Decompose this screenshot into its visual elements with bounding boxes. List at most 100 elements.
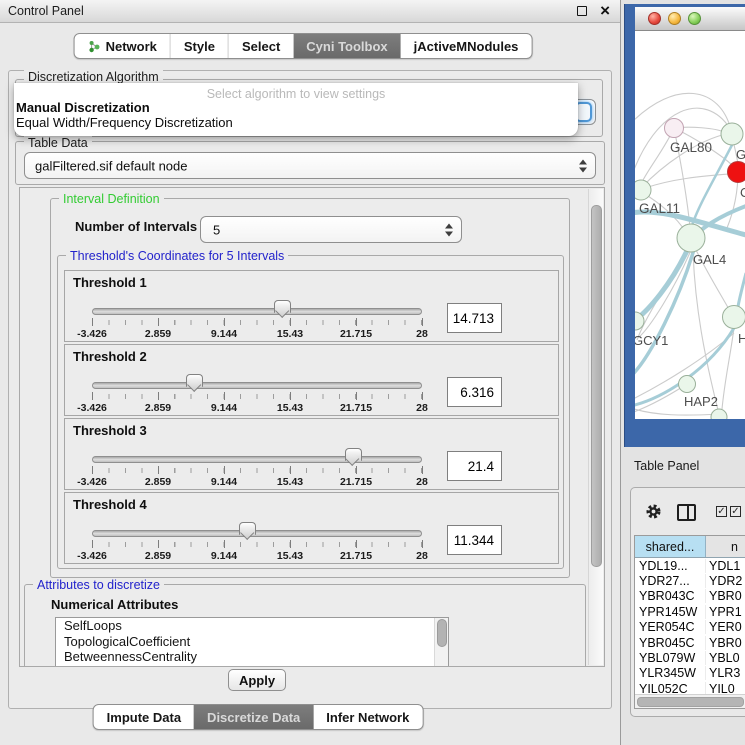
tab-discretize-data[interactable]: Discretize Data bbox=[194, 705, 313, 729]
slider-track[interactable] bbox=[92, 308, 422, 315]
attributes-group-title: Attributes to discretize bbox=[33, 578, 164, 592]
tab-infer-network[interactable]: Infer Network bbox=[313, 705, 422, 729]
table-row[interactable]: YBR045CYBR0 bbox=[635, 635, 745, 650]
node-gal80[interactable] bbox=[665, 119, 684, 138]
panel-scrollbar[interactable] bbox=[588, 189, 603, 665]
mac-zoom-button[interactable] bbox=[688, 12, 701, 25]
table-panel: ✓ ✓ shared... n YDL19...YDL1 YDR27...YDR… bbox=[630, 487, 745, 717]
checkbox-icon[interactable]: ✓ bbox=[716, 506, 727, 517]
node-gal11[interactable] bbox=[635, 180, 651, 200]
node-hap2[interactable] bbox=[679, 376, 696, 393]
table-scrollbar-thumb[interactable] bbox=[637, 697, 744, 707]
slider-ticks bbox=[92, 542, 422, 547]
slider-thumb[interactable] bbox=[345, 448, 362, 461]
tab-select[interactable]: Select bbox=[228, 34, 293, 58]
threshold-slider[interactable]: -3.426 2.859 9.144 15.43 21.715 28 bbox=[92, 377, 422, 413]
tab-jactivemnodules[interactable]: jActiveMNodules bbox=[401, 34, 532, 58]
threshold-value-field[interactable]: 21.4 bbox=[447, 451, 502, 481]
slider-scale-labels: -3.426 2.859 9.144 15.43 21.715 28 bbox=[92, 328, 422, 340]
table-data-select[interactable]: galFiltered.sif default node bbox=[24, 152, 596, 179]
network-icon bbox=[88, 40, 101, 53]
table-row[interactable]: YDR27...YDR2 bbox=[635, 573, 745, 588]
threshold-slider[interactable]: -3.426 2.859 9.144 15.43 21.715 28 bbox=[92, 525, 422, 561]
dropdown-option-equal-width[interactable]: Equal Width/Frequency Discretization bbox=[14, 116, 578, 131]
checkbox-icon[interactable]: ✓ bbox=[730, 506, 741, 517]
slider-thumb[interactable] bbox=[274, 300, 291, 313]
table-row[interactable]: YBR043CYBR0 bbox=[635, 589, 745, 604]
tab-cyni-toolbox[interactable]: Cyni Toolbox bbox=[293, 34, 400, 58]
node-table: shared... n YDL19...YDL1 YDR27...YDR2 YB… bbox=[634, 535, 745, 709]
threshold-slider[interactable]: -3.426 2.859 9.144 15.43 21.715 28 bbox=[92, 451, 422, 487]
mac-minimize-button[interactable] bbox=[668, 12, 681, 25]
settings-scroll-area: Interval Definition Number of Intervals … bbox=[19, 187, 605, 667]
tab-network[interactable]: Network bbox=[75, 34, 170, 58]
mac-close-button[interactable] bbox=[648, 12, 661, 25]
numerical-attributes-label: Numerical Attributes bbox=[51, 597, 178, 612]
slider-thumb[interactable] bbox=[186, 374, 203, 387]
thresholds-group-title: Threshold's Coordinates for 5 Intervals bbox=[66, 249, 288, 263]
table-row[interactable]: YLR345WYLR3 bbox=[635, 666, 745, 681]
tab-impute-data[interactable]: Impute Data bbox=[94, 705, 194, 729]
spinner-arrows-icon[interactable] bbox=[579, 159, 587, 172]
slider-track[interactable] bbox=[92, 382, 422, 389]
node-bottom[interactable] bbox=[711, 409, 727, 419]
list-item[interactable]: BetweennessCentrality bbox=[56, 649, 448, 665]
table-panel-toolbar: ✓ ✓ bbox=[631, 488, 745, 534]
table-data-value: galFiltered.sif default node bbox=[35, 158, 187, 173]
table-horizontal-scrollbar[interactable] bbox=[635, 694, 745, 708]
slider-ticks bbox=[92, 468, 422, 473]
slider-thumb[interactable] bbox=[239, 522, 256, 535]
close-icon[interactable]: × bbox=[600, 1, 610, 21]
thresholds-group: Threshold's Coordinates for 5 Intervals … bbox=[57, 255, 564, 569]
list-item[interactable]: SelfLoops bbox=[56, 618, 448, 634]
num-intervals-label: Number of Intervals bbox=[75, 219, 197, 234]
threshold-value-field[interactable]: 14.713 bbox=[447, 303, 502, 333]
attributes-group: Attributes to discretize Numerical Attri… bbox=[24, 584, 586, 667]
table-panel-title: Table Panel bbox=[634, 459, 699, 473]
threshold-box-1: Threshold 1 -3.426 2.859 9.144 15.43 bbox=[64, 270, 559, 342]
numerical-attributes-list: SelfLoops TopologicalCoefficient Between… bbox=[55, 617, 449, 667]
table-data-group: Table Data galFiltered.sif default node bbox=[15, 141, 605, 185]
interval-definition-title: Interval Definition bbox=[59, 192, 164, 206]
node-selected-red[interactable] bbox=[728, 162, 745, 183]
float-window-icon[interactable] bbox=[577, 6, 587, 16]
table-row[interactable]: YPR145WYPR1 bbox=[635, 604, 745, 619]
spinner-arrows-icon[interactable] bbox=[445, 223, 453, 236]
apply-button[interactable]: Apply bbox=[228, 669, 286, 691]
table-row[interactable]: YDL19...YDL1 bbox=[635, 558, 745, 573]
slider-ticks bbox=[92, 394, 422, 399]
threshold-value-field[interactable]: 6.316 bbox=[447, 377, 502, 407]
threshold-box-4: Threshold 4 -3.426 2.859 9.144 15.43 bbox=[64, 492, 559, 564]
column-header-shared-name[interactable]: shared... bbox=[635, 536, 706, 557]
window-title: Control Panel bbox=[8, 0, 84, 22]
columns-icon[interactable] bbox=[677, 504, 696, 521]
node-partial-g[interactable] bbox=[721, 123, 743, 145]
slider-track[interactable] bbox=[92, 456, 422, 463]
table-data-title: Table Data bbox=[24, 136, 92, 150]
column-header-name[interactable]: n bbox=[706, 536, 745, 557]
node-label-gal4: GAL4 bbox=[693, 252, 726, 267]
slider-scale-labels: -3.426 2.859 9.144 15.43 21.715 28 bbox=[92, 476, 422, 488]
table-row[interactable]: YER054CYER0 bbox=[635, 620, 745, 635]
network-window-titlebar[interactable] bbox=[635, 7, 745, 31]
threshold-value-field[interactable]: 11.344 bbox=[447, 525, 502, 555]
node-label-partial-h: H bbox=[738, 331, 745, 346]
node-gal4[interactable] bbox=[677, 224, 705, 252]
tab-style[interactable]: Style bbox=[170, 34, 228, 58]
list-scrollbar[interactable] bbox=[434, 618, 448, 666]
num-intervals-spinner[interactable]: 5 bbox=[200, 216, 462, 243]
algorithm-group-title: Discretization Algorithm bbox=[24, 70, 163, 84]
panel-scrollbar-thumb[interactable] bbox=[591, 205, 602, 567]
network-graph: GAL80 GA C GAL11 GAL4 GCY1 H HAP2 bbox=[635, 31, 745, 419]
threshold-slider[interactable]: -3.426 2.859 9.144 15.43 21.715 28 bbox=[92, 303, 422, 339]
list-item[interactable]: TopologicalCoefficient bbox=[56, 634, 448, 650]
network-canvas[interactable]: GAL80 GA C GAL11 GAL4 GCY1 H HAP2 bbox=[635, 31, 745, 419]
node-partial-h[interactable] bbox=[723, 306, 745, 329]
threshold-label: Threshold 3 bbox=[73, 423, 147, 438]
dropdown-option-manual[interactable]: Manual Discretization bbox=[14, 101, 578, 116]
table-row[interactable]: YBL079WYBL0 bbox=[635, 650, 745, 665]
threshold-label: Threshold 4 bbox=[73, 497, 147, 512]
dropdown-hint: Select algorithm to view settings bbox=[14, 83, 578, 101]
slider-track[interactable] bbox=[92, 530, 422, 537]
gear-icon[interactable] bbox=[645, 503, 662, 520]
